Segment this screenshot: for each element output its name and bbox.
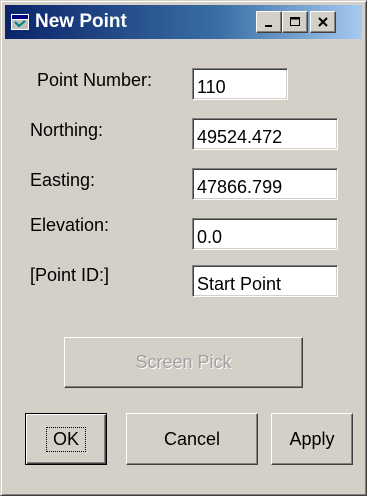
maximize-button[interactable] <box>282 11 308 33</box>
easting-label: Easting: <box>30 170 96 190</box>
elevation-label: Elevation: <box>30 215 110 235</box>
minimize-button[interactable] <box>256 11 282 33</box>
northing-label: Northing: <box>30 120 104 140</box>
point-id-field[interactable] <box>192 265 338 297</box>
window-title: New Point <box>35 11 127 32</box>
new-point-dialog: New Point Point Number: Northing: Eastin… <box>0 0 367 496</box>
app-window-icon <box>11 14 29 30</box>
close-icon <box>318 17 328 27</box>
ok-label: OK <box>45 426 86 452</box>
maximize-icon <box>290 17 300 26</box>
point-number-field[interactable] <box>192 68 288 100</box>
screen-pick-button[interactable]: Screen Pick <box>64 337 303 388</box>
cancel-button[interactable]: Cancel <box>126 413 258 465</box>
cancel-label: Cancel <box>163 428 221 449</box>
apply-button[interactable]: Apply <box>271 413 353 465</box>
point-number-label: Point Number: <box>37 70 153 90</box>
elevation-field[interactable] <box>192 218 338 250</box>
point-id-label: [Point ID:] <box>30 265 110 285</box>
close-button[interactable] <box>310 11 336 33</box>
screen-pick-label: Screen Pick <box>135 352 232 372</box>
northing-field[interactable] <box>192 118 338 150</box>
ok-button[interactable]: OK <box>25 413 107 465</box>
title-bar[interactable]: New Point <box>5 5 362 39</box>
easting-field[interactable] <box>192 168 338 200</box>
apply-label: Apply <box>289 428 335 449</box>
minimize-icon <box>265 25 272 27</box>
